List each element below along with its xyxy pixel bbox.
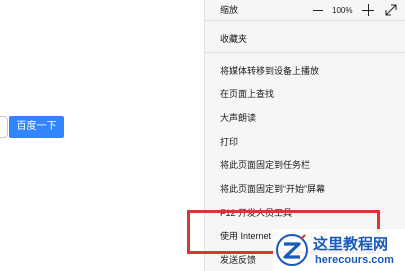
watermark-logo-icon <box>276 234 308 266</box>
menu-item-label: 大声朗读 <box>220 113 257 123</box>
menu-divider <box>205 52 405 53</box>
menu-divider <box>205 20 405 21</box>
menu-item-pin-start[interactable]: 将此页面固定到“开始”屏幕 <box>205 182 405 196</box>
fullscreen-icon[interactable] <box>385 4 397 16</box>
zoom-controls: 100% <box>205 3 405 21</box>
zoom-row: 缩放 100% <box>205 3 405 17</box>
menu-item-label: 在页面上查找 <box>220 89 275 99</box>
menu-item-label: 将媒体转移到设备上播放 <box>220 66 320 76</box>
menu-item-label: 收藏夹 <box>220 34 248 44</box>
menu-item-label: 将此页面固定到任务栏 <box>220 160 311 170</box>
menu-item-read-aloud[interactable]: 大声朗读 <box>205 111 405 125</box>
menu-item-cast-media[interactable]: 将媒体转移到设备上播放 <box>205 64 405 78</box>
zoom-value: 100% <box>332 6 353 15</box>
zoom-in-icon[interactable] <box>362 4 374 16</box>
menu-item-pin-taskbar[interactable]: 将此页面固定到任务栏 <box>205 158 405 172</box>
watermark-title: 这里教程网 <box>313 235 389 253</box>
watermark-url: herecours.com <box>315 254 394 266</box>
zoom-out-icon[interactable] <box>313 5 323 15</box>
menu-item-find-on-page[interactable]: 在页面上查找 <box>205 87 405 101</box>
menu-item-label: 打印 <box>220 137 239 147</box>
baidu-search-button[interactable]: 百度一下 <box>9 116 64 138</box>
menu-item-label: 发送反馈 <box>220 255 257 265</box>
menu-item-print[interactable]: 打印 <box>205 135 405 149</box>
menu-item-favorites[interactable]: 收藏夹 <box>205 32 405 46</box>
site-watermark: 这里教程网 herecours.com <box>273 229 405 271</box>
menu-item-label: 将此页面固定到“开始”屏幕 <box>220 184 325 194</box>
search-input[interactable] <box>0 116 8 138</box>
